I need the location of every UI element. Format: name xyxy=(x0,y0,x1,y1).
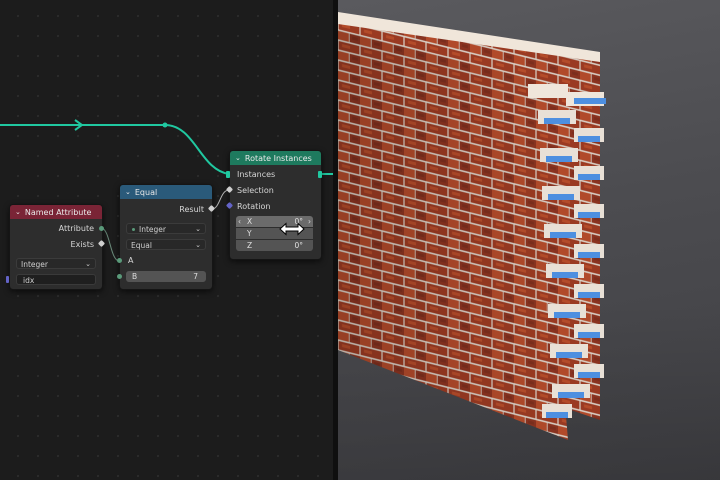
data-type-value: Integer xyxy=(21,260,48,269)
named-attribute-header[interactable]: ⌄ Named Attribute xyxy=(10,205,102,219)
integer-dot-icon xyxy=(132,228,135,231)
input-selection-label: Selection xyxy=(237,186,274,195)
instances-input-socket[interactable] xyxy=(226,171,230,178)
named-attribute-title: Named Attribute xyxy=(24,207,92,217)
chevron-down-icon[interactable]: ⌄ xyxy=(125,188,131,196)
data-type-dropdown[interactable]: Integer ⌄ xyxy=(16,258,96,269)
rotate-instances-title: Rotate Instances xyxy=(244,153,312,163)
input-rotation-label: Rotation xyxy=(237,202,271,211)
chevron-down-icon: ⌄ xyxy=(195,225,201,233)
input-a-socket[interactable] xyxy=(117,258,122,263)
input-instances-label: Instances xyxy=(237,170,276,179)
3d-viewport[interactable] xyxy=(338,0,720,480)
rotation-z-label: Z xyxy=(247,241,253,250)
node-editor[interactable]: ⌄ Named Attribute Attribute Exists Integ… xyxy=(0,0,333,480)
rotation-z-value: 0° xyxy=(294,241,303,250)
output-result-label: Result xyxy=(179,205,204,214)
input-b-value: 7 xyxy=(193,272,198,281)
input-b-label: B xyxy=(132,272,138,281)
equal-header[interactable]: ⌄ Equal xyxy=(120,185,212,199)
equal-node[interactable]: ⌄ Equal Result Integer ⌄ Equal ⌄ A B 7 xyxy=(119,184,213,290)
chevron-down-icon: ⌄ xyxy=(85,260,91,268)
equal-title: Equal xyxy=(134,187,158,197)
chevron-left-icon[interactable]: ‹ xyxy=(238,216,241,227)
rotation-x-label: X xyxy=(247,217,253,226)
rotate-instances-header[interactable]: ⌄ Rotate Instances xyxy=(230,151,321,165)
output-attribute-label: Attribute xyxy=(58,224,94,233)
input-a-label: A xyxy=(128,256,134,265)
rotation-y-label: Y xyxy=(247,229,252,238)
brick-wall-render xyxy=(338,12,606,440)
chevron-down-icon: ⌄ xyxy=(195,241,201,249)
chevron-right-icon[interactable]: › xyxy=(308,216,311,227)
operation-dropdown[interactable]: Equal ⌄ xyxy=(126,239,206,250)
name-input-socket[interactable] xyxy=(6,276,9,283)
attribute-output-socket[interactable] xyxy=(99,226,104,231)
rotation-z-field[interactable]: Z 0° xyxy=(236,240,313,251)
compare-type-dropdown[interactable]: Integer ⌄ xyxy=(126,223,206,234)
resize-horizontal-cursor-icon xyxy=(279,222,305,236)
instances-output-socket[interactable] xyxy=(318,171,322,178)
input-b-field[interactable]: B 7 xyxy=(126,271,206,282)
chevron-down-icon[interactable]: ⌄ xyxy=(15,208,21,216)
named-attribute-node[interactable]: ⌄ Named Attribute Attribute Exists Integ… xyxy=(9,204,103,290)
operation-value: Equal xyxy=(131,241,152,250)
compare-type-value: Integer xyxy=(139,225,166,234)
attribute-name-field[interactable]: idx xyxy=(16,274,96,285)
rotate-instances-node[interactable]: ⌄ Rotate Instances Instances Selection R… xyxy=(229,150,322,260)
output-exists-label: Exists xyxy=(70,240,94,249)
input-b-socket[interactable] xyxy=(117,274,122,279)
chevron-down-icon[interactable]: ⌄ xyxy=(235,154,241,162)
